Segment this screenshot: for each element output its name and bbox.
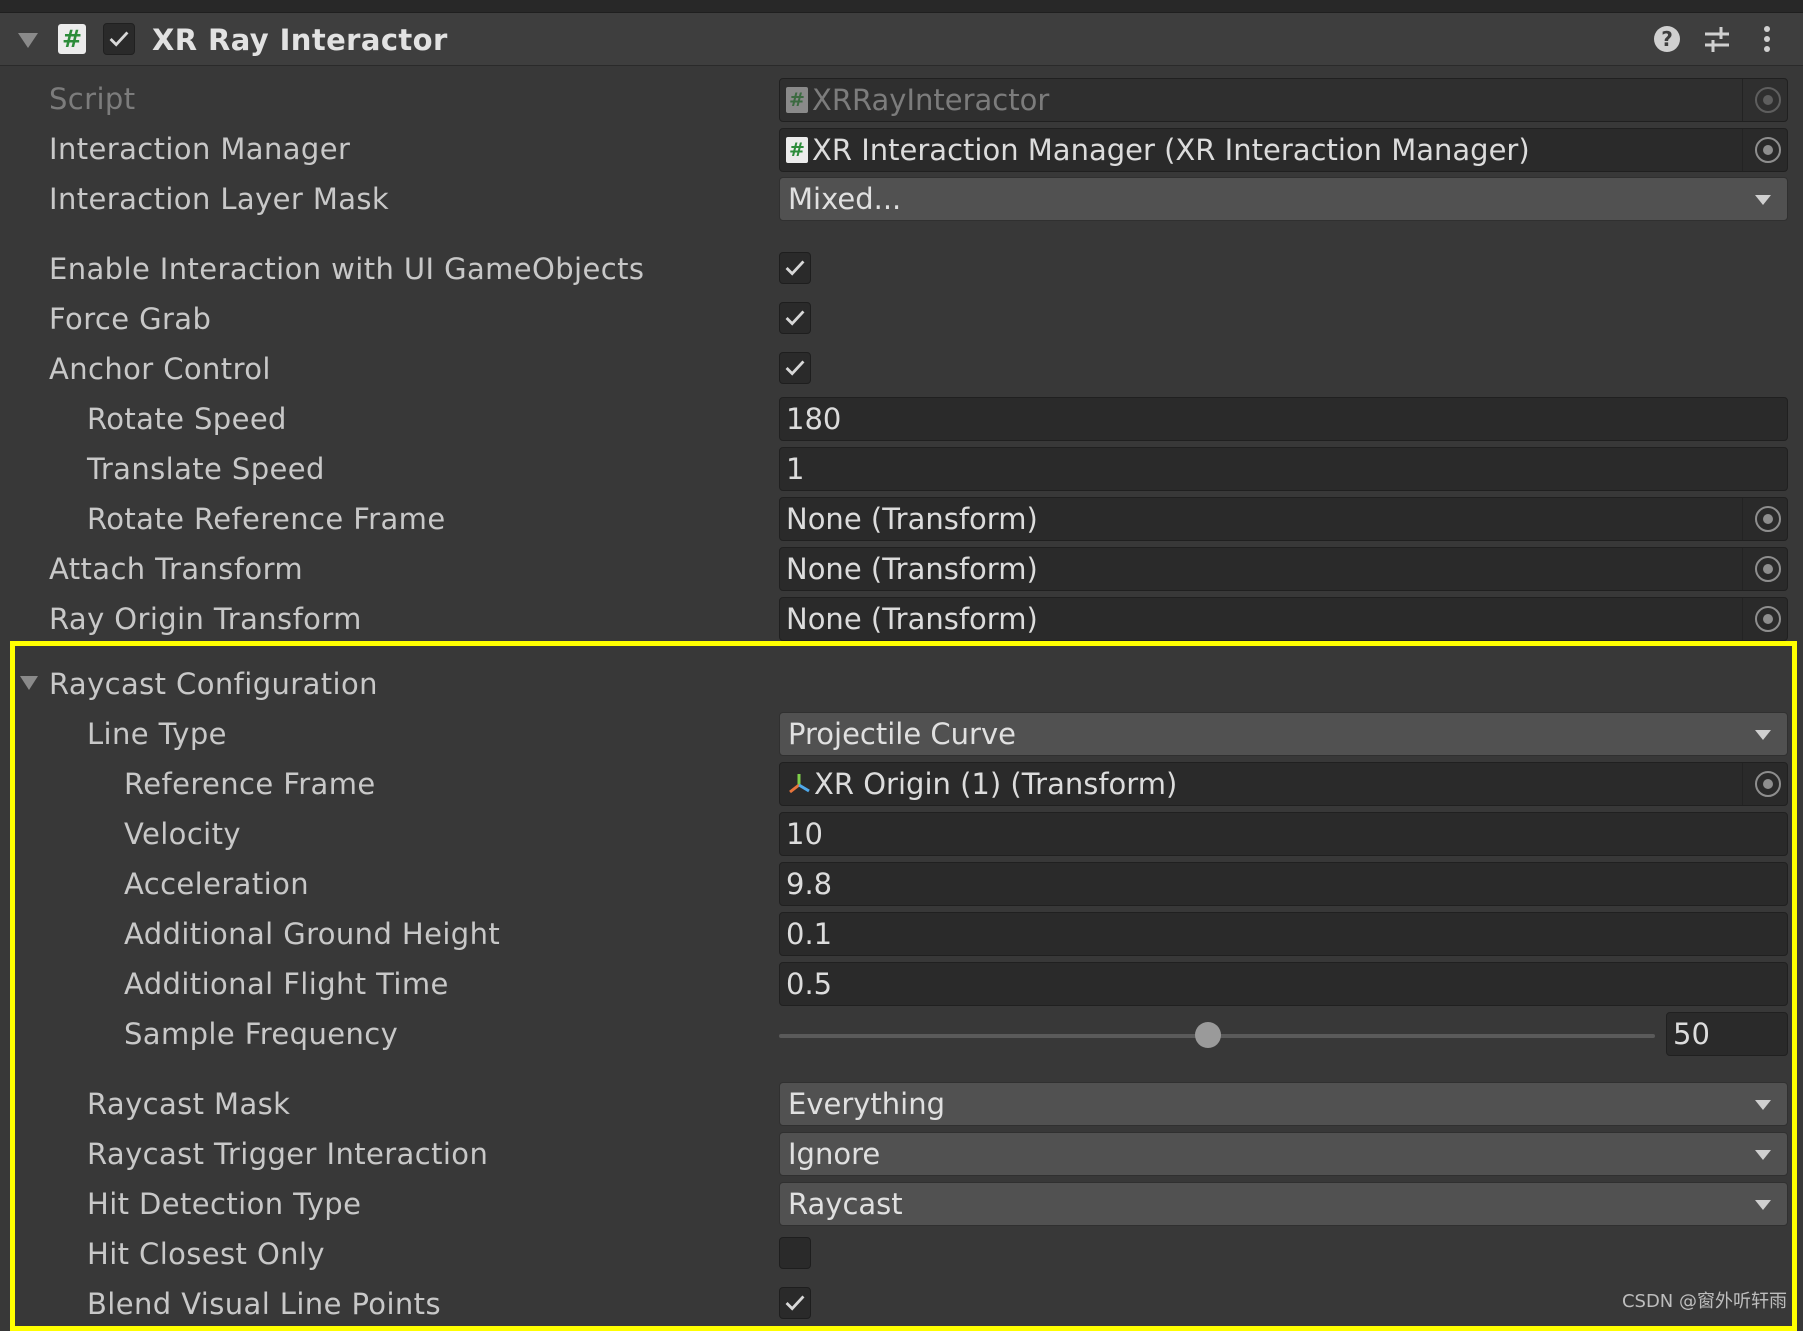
anchor-control-label: Anchor Control (49, 352, 271, 386)
blend-visual-line-points-label: Blend Visual Line Points (87, 1287, 441, 1321)
sample-frequency-label: Sample Frequency (124, 1017, 399, 1051)
rotate-reference-frame-label: Rotate Reference Frame (87, 502, 446, 536)
script-icon: # (786, 137, 808, 163)
dropdown-arrow-icon (1755, 730, 1771, 740)
rotate-reference-frame-field[interactable]: None (Transform) (779, 497, 1788, 541)
checkmark-icon (785, 1295, 805, 1311)
field-separator (1742, 129, 1743, 171)
top-divider (0, 0, 1803, 12)
field-separator (1742, 498, 1743, 540)
additional-ground-height-field[interactable]: 0.1 (779, 912, 1788, 956)
line-type-label: Line Type (87, 717, 227, 751)
object-picker-icon[interactable] (1755, 506, 1781, 532)
anchor-control-checkbox[interactable] (779, 352, 811, 384)
additional-ground-height-label: Additional Ground Height (124, 917, 501, 951)
hit-closest-only-label: Hit Closest Only (87, 1237, 325, 1271)
script-icon: # (58, 24, 86, 54)
interaction-manager-field[interactable]: # XR Interaction Manager (XR Interaction … (779, 128, 1788, 172)
sample-frequency-field[interactable]: 50 (1666, 1012, 1788, 1056)
interaction-layer-mask-label: Interaction Layer Mask (49, 182, 390, 216)
checkmark-icon (785, 260, 805, 276)
force-grab-checkbox[interactable] (779, 302, 811, 334)
object-picker-icon[interactable] (1755, 556, 1781, 582)
foldout-arrow-icon[interactable] (18, 33, 38, 48)
enable-ui-interaction-label: Enable Interaction with UI GameObjects (49, 252, 645, 286)
transform-icon (789, 774, 810, 794)
line-type-dropdown[interactable]: Projectile Curve (779, 712, 1788, 756)
force-grab-label: Force Grab (49, 302, 212, 336)
raycast-mask-label: Raycast Mask (87, 1087, 291, 1121)
object-picker-icon[interactable] (1755, 606, 1781, 632)
acceleration-label: Acceleration (124, 867, 310, 901)
additional-flight-time-field[interactable]: 0.5 (779, 962, 1788, 1006)
field-separator (1742, 763, 1743, 805)
component-header[interactable]: # XR Ray Interactor ? (0, 12, 1803, 66)
dropdown-arrow-icon (1755, 1200, 1771, 1210)
translate-speed-field[interactable]: 1 (779, 447, 1788, 491)
checkmark-icon (785, 360, 805, 376)
svg-text:?: ? (1661, 27, 1673, 51)
rotate-speed-label: Rotate Speed (87, 402, 287, 436)
rotate-speed-field[interactable]: 180 (779, 397, 1788, 441)
watermark: CSDN @窗外听轩雨 (1621, 1291, 1787, 1312)
acceleration-field[interactable]: 9.8 (779, 862, 1788, 906)
script-icon: # (786, 87, 808, 113)
interaction-manager-label: Interaction Manager (49, 132, 351, 166)
hit-detection-type-dropdown[interactable]: Raycast (779, 1182, 1788, 1226)
checkmark-icon (785, 310, 805, 326)
field-separator (1742, 548, 1743, 590)
object-picker-icon (1755, 87, 1781, 113)
field-separator (1742, 79, 1743, 121)
preset-icon[interactable] (1701, 23, 1733, 55)
ray-origin-transform-field[interactable]: None (Transform) (779, 597, 1788, 641)
script-field: # XRRayInteractor (779, 78, 1788, 122)
reference-frame-label: Reference Frame (124, 767, 376, 801)
dropdown-arrow-icon (1755, 195, 1771, 205)
translate-speed-label: Translate Speed (87, 452, 325, 486)
raycast-mask-dropdown[interactable]: Everything (779, 1082, 1788, 1126)
hit-closest-only-checkbox[interactable] (779, 1237, 811, 1269)
field-separator (1742, 598, 1743, 640)
additional-flight-time-label: Additional Flight Time (124, 967, 449, 1001)
interaction-layer-mask-dropdown[interactable]: Mixed... (779, 177, 1788, 221)
raycast-trigger-interaction-label: Raycast Trigger Interaction (87, 1137, 489, 1171)
ray-origin-transform-label: Ray Origin Transform (49, 602, 362, 636)
velocity-label: Velocity (124, 817, 241, 851)
enable-ui-interaction-checkbox[interactable] (779, 252, 811, 284)
raycast-configuration-foldout-icon[interactable] (20, 676, 38, 690)
object-picker-icon[interactable] (1755, 771, 1781, 797)
reference-frame-field[interactable]: XR Origin (1) (Transform) (779, 762, 1788, 806)
checkmark-icon (109, 31, 129, 47)
raycast-configuration-section-label[interactable]: Raycast Configuration (49, 667, 378, 701)
more-icon[interactable] (1751, 23, 1783, 55)
raycast-trigger-interaction-dropdown[interactable]: Ignore (779, 1132, 1788, 1176)
velocity-field[interactable]: 10 (779, 812, 1788, 856)
sample-frequency-slider-thumb[interactable] (1195, 1022, 1222, 1048)
help-icon[interactable]: ? (1651, 23, 1683, 55)
script-label: Script (49, 82, 136, 116)
attach-transform-field[interactable]: None (Transform) (779, 547, 1788, 591)
object-picker-icon[interactable] (1755, 137, 1781, 163)
component-enable-toggle[interactable] (103, 23, 135, 55)
dropdown-arrow-icon (1755, 1100, 1771, 1110)
attach-transform-label: Attach Transform (49, 552, 304, 586)
blend-visual-line-points-checkbox[interactable] (779, 1287, 811, 1319)
dropdown-arrow-icon (1755, 1150, 1771, 1160)
hit-detection-type-label: Hit Detection Type (87, 1187, 362, 1221)
component-title: XR Ray Interactor (152, 23, 448, 57)
